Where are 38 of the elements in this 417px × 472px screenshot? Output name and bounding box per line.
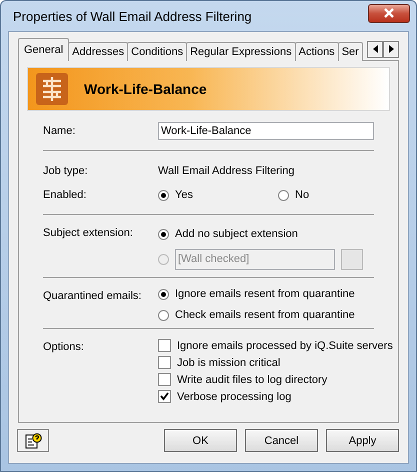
checkbox-option[interactable]: Job is mission critical bbox=[158, 356, 393, 369]
check-icon bbox=[160, 392, 169, 401]
tab[interactable]: Addresses bbox=[68, 42, 128, 61]
checkbox-option[interactable]: Ignore emails processed by iQ.Suite servers bbox=[158, 339, 393, 352]
radio-option[interactable]: Add no subject extension bbox=[158, 228, 298, 240]
help-icon bbox=[24, 432, 42, 450]
dialog-button[interactable]: Apply bbox=[326, 429, 399, 452]
tab[interactable]: Actions bbox=[294, 42, 339, 61]
right-arrow-icon bbox=[388, 45, 394, 53]
radio-option[interactable]: No bbox=[278, 189, 398, 201]
field-label: Enabled: bbox=[43, 189, 88, 201]
close-icon bbox=[383, 8, 395, 18]
filter-logo-icon bbox=[36, 73, 68, 105]
tab[interactable]: Ser bbox=[338, 42, 363, 61]
radio-option[interactable]: Check emails resent from quarantine bbox=[158, 309, 355, 321]
field-label: Job type: bbox=[43, 165, 89, 177]
scroll-right-button[interactable] bbox=[383, 40, 399, 58]
tab[interactable]: Regular Expressions bbox=[186, 42, 296, 61]
close-button[interactable] bbox=[368, 4, 410, 22]
tab[interactable]: Conditions bbox=[127, 42, 188, 61]
dialog-button[interactable]: OK bbox=[164, 429, 237, 452]
dialog-button[interactable]: Cancel bbox=[245, 429, 318, 452]
header-title: Work-Life-Balance bbox=[84, 81, 207, 97]
scroll-left-button[interactable] bbox=[367, 40, 383, 58]
field-label: Subject extension: bbox=[43, 226, 134, 239]
checkbox-option[interactable]: Write audit files to log directory bbox=[158, 373, 393, 386]
radio-option[interactable]: Yes bbox=[158, 189, 278, 201]
left-arrow-icon bbox=[372, 45, 378, 53]
field-label: Options: bbox=[43, 340, 85, 353]
help-button[interactable] bbox=[17, 429, 49, 452]
window-title: Properties of Wall Email Address Filtering bbox=[13, 8, 252, 24]
name-field[interactable]: Work-Life-Balance bbox=[158, 122, 374, 140]
field-label: Name: bbox=[43, 125, 76, 137]
field-label: Quarantined emails: bbox=[43, 289, 142, 302]
radio-option[interactable]: Ignore emails resent from quarantine bbox=[158, 288, 355, 300]
checkbox-option[interactable]: Verbose processing log bbox=[158, 390, 393, 403]
job-type-value: Wall Email Address Filtering bbox=[158, 165, 295, 177]
tab[interactable]: General bbox=[18, 38, 70, 61]
